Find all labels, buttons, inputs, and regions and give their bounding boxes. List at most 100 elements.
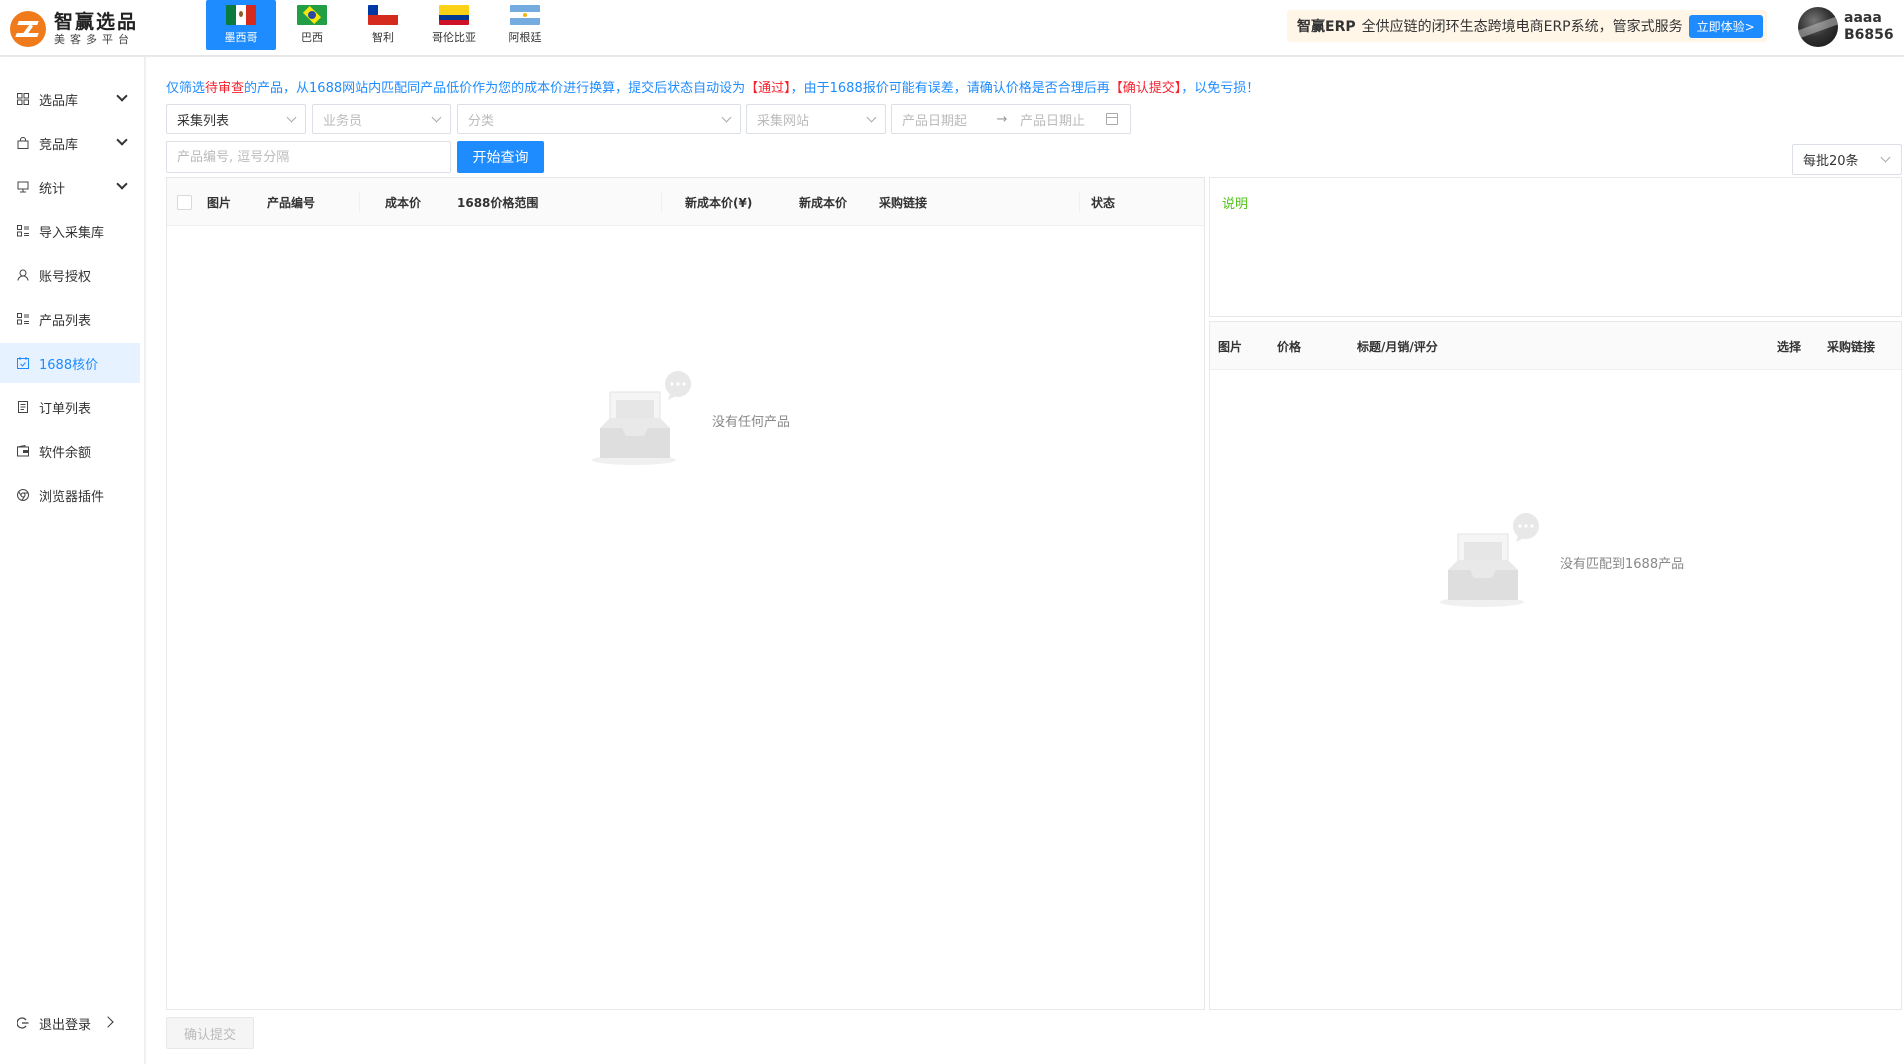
confirm-submit-button[interactable]: 确认提交 xyxy=(166,1017,254,1049)
column-header-new-cost: 新成本价 xyxy=(799,195,848,210)
logo-subtitle: 美客多平台 xyxy=(54,33,134,47)
notice-part: ，由于1688报价可能有误差，请确认价格是否合理后再 xyxy=(790,81,1110,96)
logout-label: 退出登录 xyxy=(39,1017,92,1033)
select-value: 采集列表 xyxy=(177,113,230,129)
sidebar: 选品库 竞品库 统计 导入采集库 账号授权 产品列表 1688核价 订单列表 软… xyxy=(0,57,145,1064)
column-header-title-sales-rating: 标题/月销/评分 xyxy=(1357,339,1438,354)
sidebar-item-product-library[interactable]: 选品库 xyxy=(0,79,140,119)
wallet-icon xyxy=(16,445,29,458)
column-header-purchase-link: 采购链接 xyxy=(879,195,928,210)
empty-text: 没有任何产品 xyxy=(712,414,791,430)
sidebar-item-statistics[interactable]: 统计 xyxy=(0,167,140,207)
sidebar-item-product-list[interactable]: 产品列表 xyxy=(0,299,140,339)
sidebar-item-account-auth[interactable]: 账号授权 xyxy=(0,255,140,295)
calendar-check-icon xyxy=(16,357,29,370)
top-header: 智赢选品 美客多平台 墨西哥 巴西 智利 哥伦比亚 阿根廷 智赢ERP 全供应链… xyxy=(0,0,1904,56)
column-header-purchase-link: 采购链接 xyxy=(1827,339,1876,354)
sidebar-item-label: 浏览器插件 xyxy=(39,489,105,505)
description-panel: 说明 xyxy=(1209,177,1902,317)
empty-state: 没有任何产品 xyxy=(592,370,790,470)
column-header-select: 选择 xyxy=(1777,339,1802,354)
tab-brazil[interactable]: 巴西 xyxy=(277,0,347,50)
match-table: 图片 价格 标题/月销/评分 选择 采购链接 没有匹配到1688产品 xyxy=(1209,321,1902,1010)
user-name: aaaa xyxy=(1844,9,1882,26)
select-value: 每批20条 xyxy=(1803,154,1859,169)
notice-text: 仅筛选待审查的产品，从1688网站内匹配同产品低价作为您的成本价进行换算，提交后… xyxy=(166,77,1259,96)
tab-chile[interactable]: 智利 xyxy=(348,0,418,50)
column-header-product-id: 产品编号 xyxy=(267,195,316,210)
sidebar-item-1688-pricing[interactable]: 1688核价 xyxy=(0,343,140,383)
salesperson-select[interactable]: 业务员 xyxy=(312,104,451,134)
chevron-right-icon xyxy=(102,1016,114,1028)
avatar[interactable] xyxy=(1798,7,1838,47)
product-id-search-input[interactable] xyxy=(166,141,451,173)
colombia-flag-icon xyxy=(439,5,469,25)
sidebar-item-order-list[interactable]: 订单列表 xyxy=(0,387,140,427)
search-button[interactable]: 开始查询 xyxy=(457,141,544,173)
logo-title: 智赢选品 xyxy=(54,10,139,33)
chevron-down-icon xyxy=(721,112,732,123)
sidebar-item-balance[interactable]: 软件余额 xyxy=(0,431,140,471)
date-start-input[interactable]: 产品日期起 xyxy=(902,110,992,129)
tab-label: 阿根廷 xyxy=(508,31,542,44)
grid-icon xyxy=(16,93,29,106)
tab-colombia[interactable]: 哥伦比亚 xyxy=(419,0,489,50)
sidebar-item-label: 软件余额 xyxy=(39,445,92,461)
empty-state: 没有匹配到1688产品 xyxy=(1440,512,1684,612)
chevron-down-icon xyxy=(116,134,128,146)
chevron-down-icon xyxy=(116,90,128,102)
sidebar-item-browser-plugin[interactable]: 浏览器插件 xyxy=(0,475,140,515)
empty-inbox-icon xyxy=(592,370,692,470)
notice-part: ，以免亏损！ xyxy=(1181,81,1260,96)
sidebar-item-label: 竞品库 xyxy=(39,137,79,153)
sidebar-item-competitor-library[interactable]: 竞品库 xyxy=(0,123,140,163)
argentina-flag-icon xyxy=(510,5,540,25)
document-icon xyxy=(16,401,29,414)
list-icon xyxy=(16,313,29,326)
description-label: 说明 xyxy=(1222,197,1249,212)
column-header-1688-range: 1688价格范围 xyxy=(457,195,539,210)
promo-text: 全供应链的闭环生态跨境电商ERP系统，管家式服务 xyxy=(1361,19,1683,35)
promo-try-button[interactable]: 立即体验> xyxy=(1688,14,1763,38)
sidebar-item-label: 导入采集库 xyxy=(39,225,105,241)
collect-list-select[interactable]: 采集列表 xyxy=(166,104,306,134)
notice-highlight: 【确认提交】 xyxy=(1109,81,1182,96)
chrome-icon xyxy=(16,489,29,502)
chart-icon xyxy=(16,181,29,194)
promo-brand: 智赢ERP xyxy=(1297,19,1356,35)
user-profile[interactable]: aaaa B6856 xyxy=(1798,6,1894,48)
arrow-right-icon: → xyxy=(996,111,1008,127)
date-end-input[interactable]: 产品日期止 xyxy=(1020,110,1110,129)
chile-flag-icon xyxy=(368,5,398,25)
notice-part: 的产品，从1688网站内匹配同产品低价作为您的成本价进行换算，提交后状态自动设为 xyxy=(244,81,746,96)
category-select[interactable]: 分类 xyxy=(457,104,741,134)
per-page-select[interactable]: 每批20条 xyxy=(1792,144,1902,175)
user-icon xyxy=(16,269,29,282)
sidebar-item-label: 统计 xyxy=(39,181,66,197)
logo[interactable]: 智赢选品 美客多平台 xyxy=(10,8,200,50)
tab-label: 智利 xyxy=(372,31,394,44)
select-placeholder: 分类 xyxy=(468,113,495,129)
logout-button[interactable]: 退出登录 xyxy=(0,1003,140,1043)
notice-highlight: 【通过】 xyxy=(745,81,791,96)
column-header-image: 图片 xyxy=(207,195,232,210)
column-divider xyxy=(1079,192,1080,212)
sidebar-item-import[interactable]: 导入采集库 xyxy=(0,211,140,251)
select-placeholder: 采集网站 xyxy=(757,113,810,129)
select-placeholder: 业务员 xyxy=(323,113,363,129)
tab-label: 墨西哥 xyxy=(224,31,258,44)
chevron-down-icon xyxy=(116,178,128,190)
product-table: 图片 产品编号 成本价 1688价格范围 新成本价(¥) 新成本价 采购链接 状… xyxy=(166,177,1205,1010)
tab-mexico[interactable]: 墨西哥 xyxy=(206,0,276,50)
date-range-picker[interactable]: 产品日期起 → 产品日期止 xyxy=(891,104,1131,134)
sidebar-item-label: 账号授权 xyxy=(39,269,92,285)
tab-argentina[interactable]: 阿根廷 xyxy=(490,0,560,50)
site-select[interactable]: 采集网站 xyxy=(746,104,886,134)
column-header-image: 图片 xyxy=(1218,339,1243,354)
column-header-cost: 成本价 xyxy=(385,195,422,210)
sidebar-item-label: 订单列表 xyxy=(39,401,92,417)
main-content: 仅筛选待审查的产品，从1688网站内匹配同产品低价作为您的成本价进行换算，提交后… xyxy=(146,57,1904,1064)
logo-icon xyxy=(10,11,46,47)
select-all-checkbox[interactable] xyxy=(177,195,192,210)
user-id: B6856 xyxy=(1844,27,1894,43)
